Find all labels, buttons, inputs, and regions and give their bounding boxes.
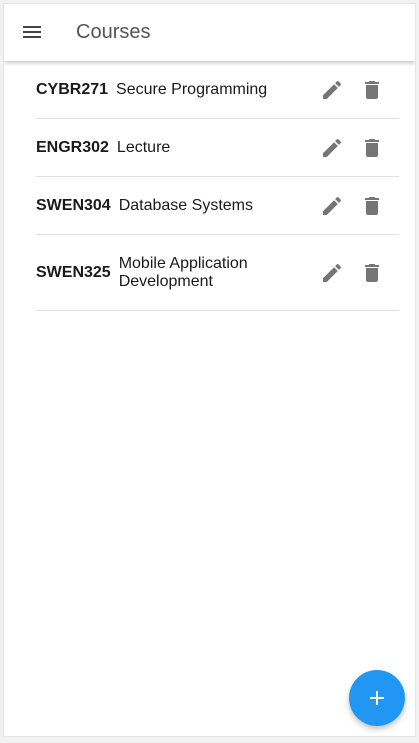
row-actions	[319, 77, 385, 103]
row-actions	[319, 135, 385, 161]
app-frame: Courses CYBR271 Secure Programming ENGR3…	[4, 4, 415, 736]
page-title: Courses	[76, 21, 151, 43]
course-list: CYBR271 Secure Programming ENGR302 Lectu…	[36, 61, 399, 311]
course-name: Secure Programming	[116, 80, 268, 98]
edit-button[interactable]	[319, 260, 345, 286]
course-row[interactable]: SWEN325 Mobile Application Development	[36, 235, 399, 311]
plus-icon	[370, 691, 384, 705]
edit-button[interactable]	[319, 77, 345, 103]
course-row[interactable]: SWEN304 Database Systems	[36, 177, 399, 235]
trash-icon	[365, 138, 379, 157]
delete-button[interactable]	[359, 77, 385, 103]
delete-button[interactable]	[359, 193, 385, 219]
course-row[interactable]: CYBR271 Secure Programming	[36, 61, 399, 119]
pencil-icon	[323, 196, 342, 215]
delete-button[interactable]	[359, 260, 385, 286]
edit-button[interactable]	[319, 193, 345, 219]
row-actions	[319, 193, 385, 219]
add-course-button[interactable]	[349, 670, 405, 726]
course-row[interactable]: ENGR302 Lecture	[36, 119, 399, 177]
edit-button[interactable]	[319, 135, 345, 161]
course-name: Database Systems	[118, 196, 253, 214]
pencil-icon	[323, 80, 342, 99]
row-actions	[319, 260, 385, 286]
course-code: SWEN304	[36, 196, 111, 214]
course-code: ENGR302	[36, 138, 109, 156]
app-bar: Courses	[4, 4, 415, 61]
course-name: Mobile Application Development	[118, 254, 248, 290]
trash-icon	[365, 196, 379, 215]
pencil-icon	[323, 138, 342, 157]
trash-icon	[365, 80, 379, 99]
course-code: CYBR271	[36, 80, 109, 98]
course-name: Lecture	[116, 138, 171, 156]
pencil-icon	[323, 263, 342, 282]
menu-button[interactable]	[14, 14, 50, 50]
hamburger-menu-icon	[23, 26, 41, 38]
course-code: SWEN325	[36, 263, 111, 281]
delete-button[interactable]	[359, 135, 385, 161]
trash-icon	[365, 263, 379, 282]
